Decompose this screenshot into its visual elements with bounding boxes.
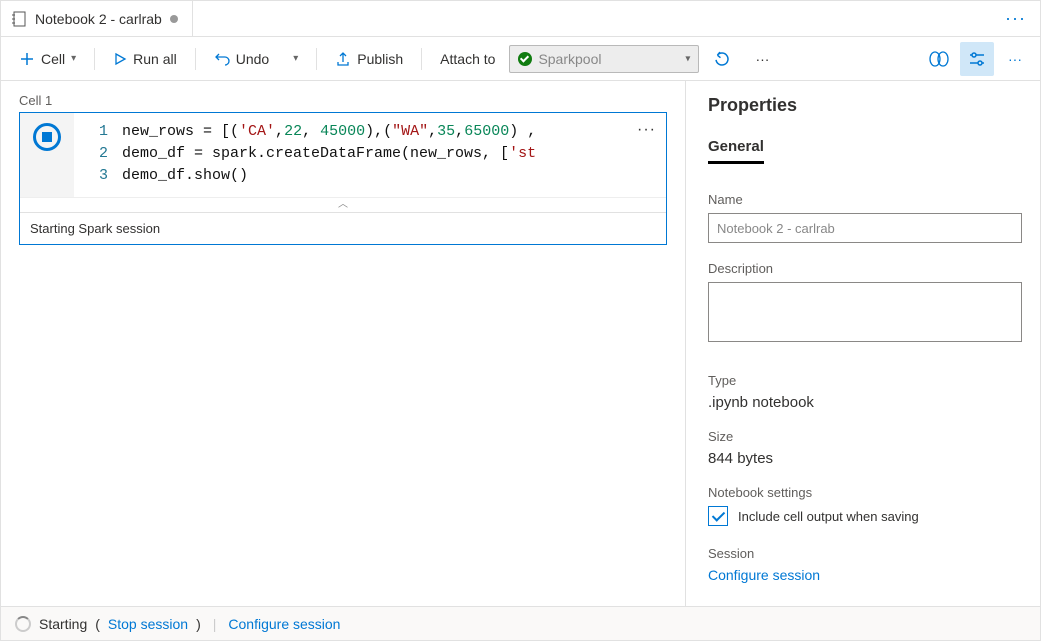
variables-button[interactable] bbox=[922, 42, 956, 76]
separator bbox=[94, 48, 95, 70]
session-label: Session bbox=[708, 546, 1022, 561]
undo-dropdown[interactable]: ▾ bbox=[283, 44, 308, 74]
include-output-checkbox[interactable] bbox=[708, 506, 728, 526]
name-input[interactable] bbox=[708, 213, 1022, 243]
more-icon: ··· bbox=[755, 51, 769, 67]
plus-icon bbox=[19, 51, 35, 67]
code-cell[interactable]: 123 new_rows = [('CA',22, 45000),("WA",3… bbox=[19, 112, 667, 245]
publish-button[interactable]: Publish bbox=[325, 44, 413, 74]
pool-name: Sparkpool bbox=[538, 51, 601, 67]
more-icon: ··· bbox=[1008, 51, 1022, 67]
run-all-button[interactable]: Run all bbox=[103, 44, 187, 74]
publish-icon bbox=[335, 51, 351, 67]
size-value: 844 bytes bbox=[708, 450, 1022, 467]
tab-title: Notebook 2 - carlrab bbox=[35, 11, 162, 27]
size-label: Size bbox=[708, 429, 1022, 444]
spark-pool-dropdown[interactable]: Sparkpool ▾ bbox=[509, 45, 699, 73]
refresh-button[interactable] bbox=[703, 44, 741, 74]
cell-label: Cell 1 bbox=[19, 93, 667, 108]
editor-pane: Cell 1 123 new_rows = [('CA',22, 45000),… bbox=[1, 81, 685, 606]
paren: ) bbox=[196, 616, 201, 632]
chevron-down-icon: ▾ bbox=[685, 53, 690, 64]
status-ok-icon bbox=[518, 52, 532, 66]
undo-button[interactable]: Undo bbox=[204, 44, 279, 74]
attach-to-label: Attach to bbox=[430, 51, 505, 67]
tab-general[interactable]: General bbox=[708, 138, 764, 164]
toolbar: Cell ▾ Run all Undo ▾ Publish Attach to … bbox=[1, 37, 1040, 81]
main-area: Cell 1 123 new_rows = [('CA',22, 45000),… bbox=[1, 81, 1040, 606]
cell-status: Starting Spark session bbox=[20, 212, 666, 244]
checkbox-label: Include cell output when saving bbox=[738, 509, 919, 524]
properties-button[interactable] bbox=[960, 42, 994, 76]
configure-session-link[interactable]: Configure session bbox=[708, 567, 1022, 583]
run-column bbox=[20, 113, 74, 197]
run-all-label: Run all bbox=[133, 51, 177, 67]
properties-title: Properties bbox=[708, 95, 1022, 116]
settings-icon bbox=[968, 50, 986, 68]
configure-session-link[interactable]: Configure session bbox=[228, 616, 340, 632]
stop-session-link[interactable]: Stop session bbox=[108, 616, 188, 632]
properties-panel: Properties General Name Description Type… bbox=[685, 81, 1040, 606]
undo-label: Undo bbox=[236, 51, 269, 67]
separator: | bbox=[213, 616, 217, 632]
description-input[interactable] bbox=[708, 282, 1022, 342]
unsaved-indicator bbox=[170, 15, 178, 23]
add-cell-button[interactable]: Cell ▾ bbox=[9, 44, 86, 74]
tab-bar: Notebook 2 - carlrab ··· bbox=[1, 1, 1040, 37]
publish-label: Publish bbox=[357, 51, 403, 67]
settings-label: Notebook settings bbox=[708, 485, 1022, 500]
collapse-handle[interactable]: ︿ bbox=[20, 197, 666, 212]
spinner-icon bbox=[15, 616, 31, 632]
cell-label: Cell bbox=[41, 51, 65, 67]
undo-icon bbox=[214, 51, 230, 67]
name-label: Name bbox=[708, 192, 1022, 207]
tab-more-button[interactable]: ··· bbox=[991, 8, 1040, 29]
notebook-icon bbox=[11, 11, 27, 27]
notebook-tab[interactable]: Notebook 2 - carlrab bbox=[1, 1, 193, 36]
type-value: .ipynb notebook bbox=[708, 394, 1022, 411]
separator bbox=[195, 48, 196, 70]
status-bar: Starting ( Stop session) | Configure sess… bbox=[1, 606, 1040, 640]
toolbar-more-button[interactable]: ··· bbox=[745, 44, 779, 74]
variables-icon bbox=[929, 50, 949, 68]
refresh-icon bbox=[713, 50, 731, 68]
cell-more-button[interactable]: ··· bbox=[637, 121, 656, 139]
paren: ( bbox=[95, 616, 100, 632]
panel-more-button[interactable]: ··· bbox=[998, 42, 1032, 76]
separator bbox=[421, 48, 422, 70]
description-label: Description bbox=[708, 261, 1022, 276]
play-icon bbox=[113, 52, 127, 66]
stop-cell-button[interactable] bbox=[33, 123, 61, 151]
separator bbox=[316, 48, 317, 70]
status-text: Starting bbox=[39, 616, 87, 632]
chevron-down-icon: ▾ bbox=[71, 53, 76, 64]
chevron-down-icon: ▾ bbox=[293, 53, 298, 64]
type-label: Type bbox=[708, 373, 1022, 388]
code-area[interactable]: new_rows = [('CA',22, 45000),("WA",35,65… bbox=[122, 119, 666, 187]
stop-icon bbox=[42, 132, 52, 142]
line-gutter: 123 bbox=[74, 119, 122, 187]
